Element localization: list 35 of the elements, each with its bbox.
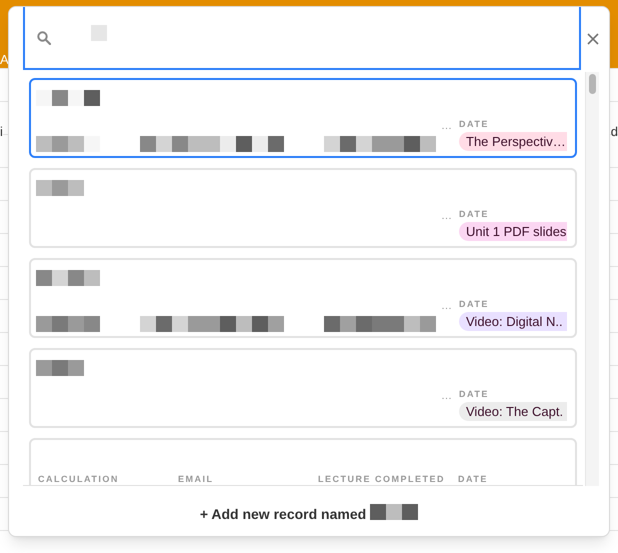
truncation-ellipsis: … bbox=[441, 299, 452, 314]
redacted-title bbox=[36, 360, 84, 376]
redacted-title bbox=[36, 270, 100, 286]
redacted-text bbox=[370, 504, 418, 520]
add-record-button[interactable]: + Add new record named bbox=[200, 504, 418, 525]
record-card[interactable]: … DATE The Perspectiv… bbox=[29, 78, 577, 158]
field-label: CALCULATION bbox=[38, 473, 119, 485]
truncation-ellipsis: … bbox=[441, 389, 452, 404]
record-card[interactable]: … DATE Unit 1 PDF slides bbox=[29, 168, 577, 248]
column-heading: d bbox=[610, 123, 618, 141]
field-label: DATE bbox=[458, 473, 488, 485]
linked-record-tag[interactable]: Unit 1 PDF slides bbox=[459, 222, 567, 241]
scrollbar[interactable] bbox=[585, 72, 599, 486]
record-card[interactable]: … DATE Video: Digital N.. bbox=[29, 258, 577, 338]
field-label: DATE bbox=[459, 388, 489, 401]
record-card[interactable]: … DATE Video: The Capt. bbox=[29, 348, 577, 428]
search-icon bbox=[37, 30, 51, 44]
field-label: DATE bbox=[459, 118, 489, 131]
close-icon[interactable] bbox=[586, 32, 600, 46]
linked-record-tag[interactable]: Video: The Capt. bbox=[459, 402, 567, 421]
truncation-ellipsis: … bbox=[441, 119, 452, 134]
linked-record-tag[interactable]: The Perspectiv… bbox=[459, 132, 567, 151]
redacted-title bbox=[36, 90, 100, 106]
truncation-ellipsis: … bbox=[441, 209, 452, 224]
field-label: EMAIL bbox=[178, 473, 214, 485]
field-label: LECTURE COMPLETED bbox=[318, 473, 446, 485]
redacted-title bbox=[36, 180, 84, 196]
redacted-text bbox=[36, 316, 100, 332]
header-text: A bbox=[0, 51, 9, 69]
field-label: DATE bbox=[459, 208, 489, 221]
redacted-text bbox=[91, 24, 107, 40]
redacted-text bbox=[36, 136, 100, 152]
search-field[interactable] bbox=[23, 7, 581, 70]
linked-record-tag[interactable]: Video: Digital N.. bbox=[459, 312, 567, 331]
field-label: DATE bbox=[459, 298, 489, 311]
